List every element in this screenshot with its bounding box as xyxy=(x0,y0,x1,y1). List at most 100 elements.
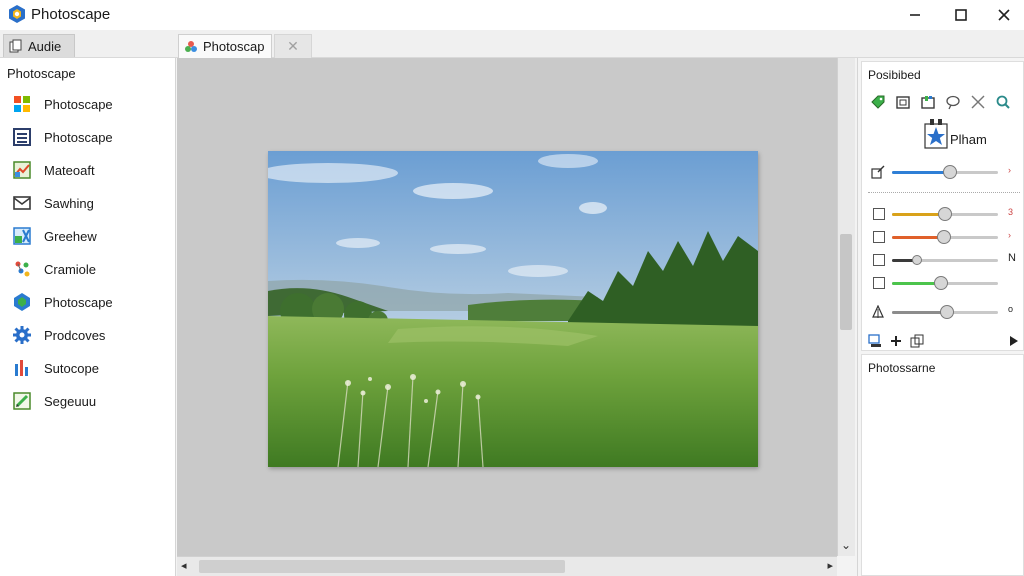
sidebar-item-label: Photoscape xyxy=(44,96,113,112)
brush-icon xyxy=(871,165,885,179)
vertical-scrollbar[interactable]: ⌄ xyxy=(837,58,855,556)
sidebar-item-label: Mateoaft xyxy=(44,162,95,178)
sidebar-item-sawhing[interactable]: Sawhing xyxy=(12,191,170,215)
slider-value: o xyxy=(1008,304,1014,314)
close-icon xyxy=(998,9,1010,21)
layers-icon[interactable] xyxy=(910,334,924,348)
slider-knob[interactable] xyxy=(940,305,955,319)
sidebar-item-prodcoves[interactable]: Prodcoves xyxy=(12,323,170,347)
tag-tool-button[interactable] xyxy=(868,92,887,111)
photo-section-box: Photossarne xyxy=(861,354,1024,576)
sharpen-icon xyxy=(872,305,884,318)
vertical-scroll-thumb[interactable] xyxy=(840,234,852,330)
sidebar-item-mateoaft[interactable]: Mateoaft xyxy=(12,158,170,182)
sidebar-item-label: Sutocope xyxy=(44,360,99,376)
slider-row-2: 3 xyxy=(868,204,1020,224)
tool-row xyxy=(868,92,1012,111)
slider-track[interactable] xyxy=(892,207,998,221)
scroll-down-arrow[interactable]: ⌄ xyxy=(841,538,851,552)
tab-document[interactable]: Photoscap xyxy=(178,34,272,58)
sidebar-item-segeuuu[interactable]: Segeuuu xyxy=(12,389,170,413)
tab-close-button[interactable]: ✕ xyxy=(274,34,312,58)
slider-knob[interactable] xyxy=(912,255,923,265)
frame-tool-button[interactable] xyxy=(893,92,912,111)
combine-icon xyxy=(13,227,31,245)
frame-icon xyxy=(895,95,910,109)
app-logo-icon xyxy=(9,5,25,23)
slider-value: 3 xyxy=(1008,207,1014,217)
slider-row-4: N xyxy=(868,250,1020,270)
tab-document-label: Photoscap xyxy=(203,39,265,54)
maximize-icon xyxy=(955,9,967,21)
monitor-icon[interactable] xyxy=(868,334,882,348)
scatter-icon xyxy=(15,261,30,277)
shape-icon xyxy=(14,293,30,311)
slider-value: › xyxy=(1008,165,1011,175)
scroll-left-arrow[interactable]: ◂ xyxy=(181,559,187,572)
pencil-icon xyxy=(13,392,31,410)
sidebar-item-label: Sawhing xyxy=(44,195,94,211)
windows-tiles-icon xyxy=(14,96,30,112)
sidebar-item-greehew[interactable]: Greehew xyxy=(12,224,170,248)
slider-knob[interactable] xyxy=(933,276,948,290)
slider-checkbox[interactable] xyxy=(873,254,885,266)
close-button[interactable] xyxy=(982,0,1024,30)
lasso-tool-button[interactable] xyxy=(943,92,962,111)
title-bar: Photoscape xyxy=(0,0,1024,30)
right-panel: Posibibed Plham › 3 › N o Photossarne xyxy=(857,58,1024,576)
sidebar-item-label: Prodcoves xyxy=(44,327,106,343)
tab-close-icon: ✕ xyxy=(287,38,299,54)
tab-left-panel[interactable]: Audie xyxy=(3,34,75,57)
slider-value: › xyxy=(1008,230,1011,240)
scroll-right-arrow[interactable]: ▸ xyxy=(827,559,833,572)
zoom-tool-button[interactable] xyxy=(993,92,1012,111)
sidebar-item-sutocope[interactable]: Sutocope xyxy=(12,356,170,380)
slider-row-5 xyxy=(868,273,1020,293)
properties-box: Posibibed Plham › 3 › N o xyxy=(861,61,1024,351)
slider-knob[interactable] xyxy=(943,165,958,179)
slider-knob[interactable] xyxy=(938,207,952,221)
sidebar-item-label: Photoscape xyxy=(44,294,113,310)
slider-checkbox[interactable] xyxy=(873,231,885,243)
preset-selector[interactable]: Plham xyxy=(924,117,987,149)
resize-tool-button[interactable] xyxy=(968,92,987,111)
preset-label: Plham xyxy=(950,132,987,147)
play-icon[interactable] xyxy=(1010,336,1018,346)
landscape-photo xyxy=(268,151,758,467)
slider-track[interactable] xyxy=(892,255,998,265)
bars-icon xyxy=(15,360,28,376)
photo-section-title: Photossarne xyxy=(868,361,936,375)
slider-value: N xyxy=(1008,252,1016,264)
slider-track[interactable] xyxy=(892,165,998,179)
sidebar-item-photoscape-2[interactable]: Photoscape xyxy=(12,125,170,149)
slider-checkbox[interactable] xyxy=(873,208,885,220)
add-icon[interactable] xyxy=(890,335,902,347)
action-row xyxy=(868,332,1020,350)
sidebar-item-photoscape-1[interactable]: Photoscape xyxy=(12,92,170,116)
sidebar-item-photoscape-3[interactable]: Photoscape xyxy=(12,290,170,314)
slider-track[interactable] xyxy=(892,305,998,319)
lasso-icon xyxy=(945,95,960,109)
minimize-button[interactable] xyxy=(893,0,937,30)
divider xyxy=(868,192,1020,193)
tag-icon xyxy=(870,95,884,109)
slider-knob[interactable] xyxy=(936,230,951,244)
slider-track[interactable] xyxy=(892,276,998,290)
properties-title: Posibibed xyxy=(868,68,921,82)
magnifier-icon xyxy=(996,95,1010,109)
list-frame-icon xyxy=(13,128,31,146)
horizontal-scroll-thumb[interactable] xyxy=(199,560,565,573)
collage-icon xyxy=(13,161,31,179)
slider-checkbox[interactable] xyxy=(873,277,885,289)
sidebar-item-label: Segeuuu xyxy=(44,393,97,409)
sidebar: Photoscape Photoscape Photoscape Mateoaf… xyxy=(0,58,176,576)
sidebar-item-cramiole[interactable]: Cramiole xyxy=(12,257,170,281)
maximize-button[interactable] xyxy=(939,0,983,30)
crop-icon xyxy=(920,95,935,109)
horizontal-scrollbar[interactable]: ◂ ▸ xyxy=(177,556,837,576)
window-title: Photoscape xyxy=(31,6,111,23)
slider-track[interactable] xyxy=(892,230,998,244)
slider-row-6: o xyxy=(868,302,1020,322)
minimize-icon xyxy=(910,14,920,16)
crop-tool-button[interactable] xyxy=(918,92,937,111)
